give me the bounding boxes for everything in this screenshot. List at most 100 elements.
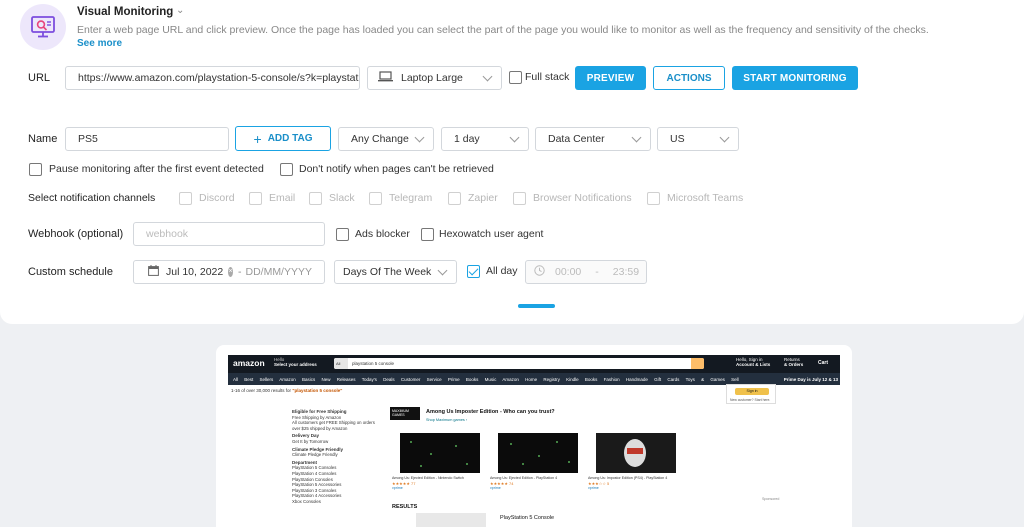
user-agent-label: Hexowatch user agent (439, 228, 544, 240)
email-label: Email (269, 192, 296, 204)
preview-results-count: 1-16 of over 30,000 results for "playsta… (231, 388, 343, 393)
telegram-checkbox[interactable] (369, 192, 382, 205)
preview-sidebar: Eligible for Free Shipping Free Shipping… (292, 409, 375, 504)
dont-notify-checkbox[interactable] (280, 163, 293, 176)
browser-notifications-checkbox[interactable] (513, 192, 526, 205)
webhook-label: Webhook (optional) (28, 228, 124, 240)
preview-account: Hello, Sign in Account & Lists (736, 357, 771, 367)
time-range-input[interactable]: 00:00 - 23:59 (525, 260, 647, 284)
preview-ad-link: Shop Maximum games › (426, 418, 468, 422)
device-value: Laptop Large (401, 72, 463, 84)
page-preview-card: amazon Hello Select your address All pla… (216, 345, 852, 527)
page-title: Visual Monitoring (77, 6, 174, 18)
see-more-link[interactable]: See more (77, 38, 122, 49)
chevron-down-icon (719, 132, 730, 143)
page-preview[interactable]: amazon Hello Select your address All pla… (228, 355, 840, 527)
collapse-handle[interactable] (518, 304, 555, 308)
date-range-input[interactable]: Jul 10, 2022 × - DD/MM/YYYY (133, 260, 325, 284)
plus-icon: + (253, 130, 262, 147)
preview-search-query: playstation 5 console (352, 361, 395, 366)
preview-product: Among Us: Ejected Edition - Nintendo Swi… (392, 433, 482, 498)
webhook-input[interactable]: webhook (133, 222, 325, 246)
location-type-select[interactable]: Data Center (535, 127, 651, 151)
pause-monitoring-checkbox[interactable] (29, 163, 42, 176)
preview-button[interactable]: PREVIEW (575, 66, 646, 90)
chevron-down-icon[interactable]: ⌄ (176, 5, 184, 16)
date-separator: - (237, 266, 242, 278)
zapier-label: Zapier (468, 192, 498, 204)
laptop-icon (378, 71, 393, 85)
browser-notifications-label: Browser Notifications (533, 192, 632, 204)
region-select[interactable]: US (657, 127, 739, 151)
frequency-select[interactable]: 1 day (441, 127, 529, 151)
frequency-value: 1 day (454, 133, 480, 145)
change-type-select[interactable]: Any Change (338, 127, 434, 151)
slack-checkbox[interactable] (309, 192, 322, 205)
start-monitoring-button[interactable]: START MONITORING (732, 66, 858, 90)
preview-sponsored: Sponsored (762, 497, 780, 501)
preview-promo: Prime Day is July 12 & 13 (783, 376, 838, 382)
product-image (498, 433, 578, 473)
preview-product: Among Us: Impostor Edition (PS4) - PlayS… (588, 433, 678, 498)
preview-ad-title: Among Us Imposter Edition - Who can you … (426, 409, 555, 415)
preview-product: Among Us: Ejected Edition - PlayStation … (490, 433, 580, 498)
name-input[interactable]: PS5 (65, 127, 229, 151)
time-to: 23:59 (612, 266, 640, 278)
visual-monitoring-icon (20, 4, 66, 50)
clear-icon[interactable]: × (228, 267, 233, 277)
add-tag-button[interactable]: + ADD TAG (235, 126, 331, 151)
preview-brand-logo: MAXIMUM GAMES (390, 407, 420, 420)
device-select[interactable]: Laptop Large (367, 66, 502, 90)
preview-signin-popup: Sign in New customer? Start here. (726, 384, 776, 404)
user-agent-checkbox[interactable] (421, 228, 434, 241)
start-date-value: Jul 10, 2022 (166, 266, 224, 278)
preview-search-dept: All (334, 358, 348, 369)
microsoft-teams-checkbox[interactable] (647, 192, 660, 205)
end-date-placeholder: DD/MM/YYYY (245, 266, 312, 278)
preview-nav-items: All Best Sellers Amazon Basics New Relea… (233, 376, 739, 382)
zapier-checkbox[interactable] (448, 192, 461, 205)
schedule-period-select[interactable]: Days Of The Week (334, 260, 457, 284)
tool-description: Enter a web page URL and click preview. … (77, 24, 929, 36)
email-checkbox[interactable] (249, 192, 262, 205)
preview-result-title: PlayStation 5 Console (500, 515, 555, 521)
chevron-down-icon (482, 71, 493, 82)
preview-result-image (416, 513, 486, 527)
change-type-value: Any Change (351, 133, 409, 145)
preview-search-bar: All playstation 5 console (334, 358, 704, 369)
name-value: PS5 (78, 133, 98, 145)
region-value: US (670, 133, 685, 145)
preview-deliver-to: Hello Select your address (274, 357, 317, 367)
url-value: https://www.amazon.com/playstation-5-con… (78, 72, 360, 84)
slack-label: Slack (329, 192, 355, 204)
product-image (400, 433, 480, 473)
chevron-down-icon (509, 132, 520, 143)
preview-returns: Returns & Orders (784, 357, 804, 367)
monitoring-panel: Visual Monitoring ⌄ Enter a web page URL… (0, 0, 1024, 324)
full-stack-checkbox[interactable] (509, 71, 522, 84)
cart-icon: Cart (818, 360, 829, 366)
discord-label: Discord (199, 192, 235, 204)
webhook-placeholder: webhook (146, 228, 189, 240)
all-day-checkbox[interactable] (467, 265, 480, 278)
pause-monitoring-label: Pause monitoring after the first event d… (49, 163, 264, 175)
amazon-logo: amazon (233, 358, 265, 368)
url-input[interactable]: https://www.amazon.com/playstation-5-con… (65, 66, 360, 90)
discord-checkbox[interactable] (179, 192, 192, 205)
chevron-down-icon (414, 132, 425, 143)
full-stack-label: Full stack (525, 71, 570, 83)
actions-button[interactable]: ACTIONS (653, 66, 725, 90)
custom-schedule-label: Custom schedule (28, 266, 113, 278)
calendar-icon (148, 265, 159, 279)
location-type-value: Data Center (548, 133, 605, 145)
product-image (596, 433, 676, 473)
ads-blocker-checkbox[interactable] (336, 228, 349, 241)
dont-notify-label: Don't notify when pages can't be retriev… (299, 163, 494, 175)
time-separator: - (595, 266, 599, 278)
time-from: 00:00 (555, 266, 582, 278)
telegram-label: Telegram (389, 192, 433, 204)
add-tag-label: ADD TAG (267, 133, 313, 144)
notification-channels-label: Select notification channels (28, 192, 156, 204)
chevron-down-icon (437, 265, 448, 276)
schedule-period-value: Days Of The Week (343, 266, 432, 278)
